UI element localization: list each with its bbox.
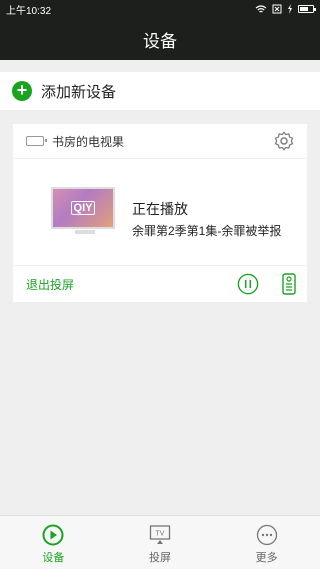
more-icon [256, 524, 277, 546]
tv-box-icon [26, 136, 47, 146]
tab-bar: 设备 TV 投屏 更多 [0, 515, 320, 569]
pause-icon[interactable] [237, 273, 259, 295]
tab-label: 更多 [255, 552, 278, 564]
header: 设备 [0, 18, 320, 60]
status-bar: 上午10:32 [0, 0, 320, 18]
tv-stand [75, 230, 95, 234]
episode-title: 余罪第2季第1集-余罪被举报 [132, 224, 282, 238]
svg-text:TV: TV [156, 531, 165, 538]
charging-icon [288, 4, 292, 14]
tv-thumbnail: QIY [51, 187, 119, 237]
device-card: 书房的电视果 QIY 正在播放 余罪第2季第1集-余罪被举报 退出投屏 [13, 124, 307, 302]
no-sim-icon [272, 4, 282, 14]
remote-icon[interactable] [282, 273, 296, 295]
device-card-header: 书房的电视果 [13, 124, 307, 159]
tab-label: 设备 [42, 552, 65, 564]
device-card-footer: 退出投屏 [13, 266, 307, 302]
gear-icon[interactable] [273, 130, 295, 152]
tab-more[interactable]: 更多 [213, 516, 320, 569]
tab-devices[interactable]: 设备 [0, 516, 107, 569]
play-circle-icon [42, 524, 64, 546]
page-title: 设备 [143, 31, 177, 51]
tv-icon: TV [149, 525, 171, 544]
tab-label: 投屏 [149, 552, 171, 564]
add-device-button[interactable]: + 添加新设备 [0, 72, 320, 110]
now-playing-area[interactable]: QIY 正在播放 余罪第2季第1集-余罪被举报 [13, 159, 307, 266]
plus-icon: + [12, 81, 32, 101]
add-device-label: 添加新设备 [41, 83, 117, 101]
video-logo: QIY [70, 201, 96, 215]
device-name: 书房的电视果 [52, 134, 125, 149]
status-time: 上午10:32 [6, 5, 52, 17]
battery-icon [298, 5, 316, 13]
exit-cast-button[interactable]: 退出投屏 [26, 276, 237, 293]
playback-status: 正在播放 [132, 201, 188, 217]
wifi-icon [255, 4, 267, 12]
tab-cast[interactable]: TV 投屏 [107, 516, 214, 569]
tv-screen: QIY [51, 187, 115, 229]
